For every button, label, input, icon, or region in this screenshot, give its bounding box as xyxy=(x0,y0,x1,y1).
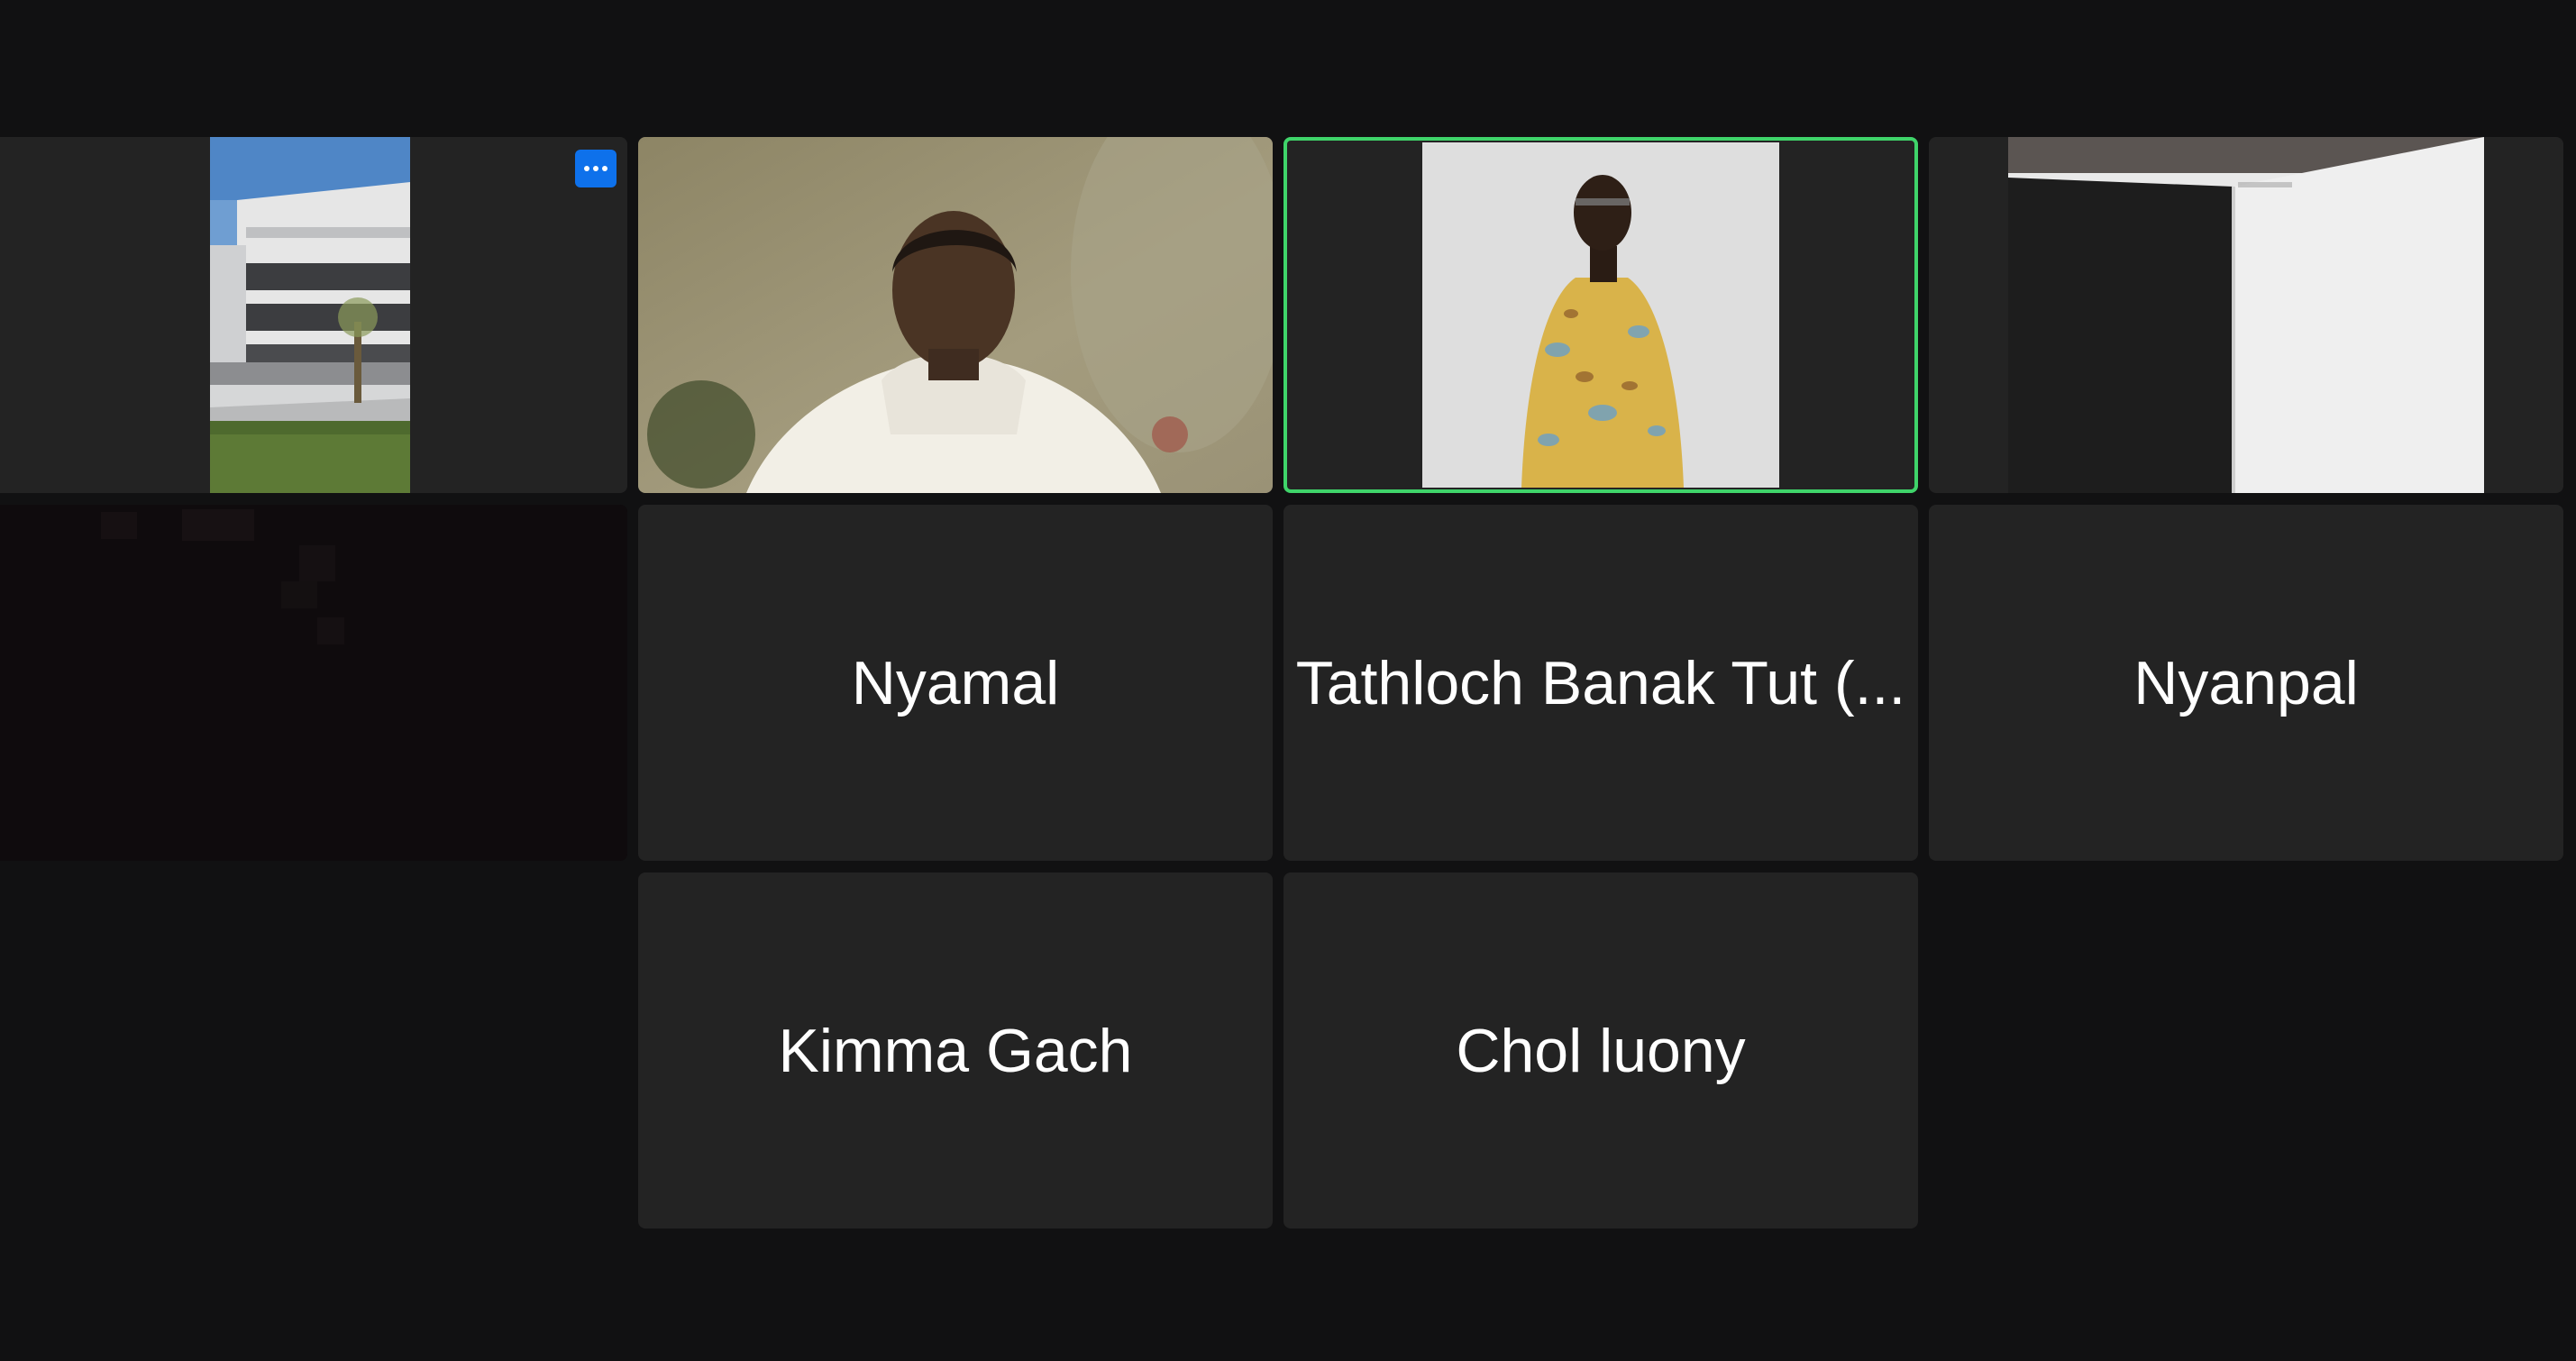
participant-tile-chol-luony[interactable]: Chol luony xyxy=(1283,872,1918,1229)
participant-video-book xyxy=(2008,137,2484,493)
ellipsis-icon xyxy=(584,166,589,171)
participant-video-hoodie xyxy=(638,137,1273,493)
participant-tile-nyamal[interactable]: Nyamal xyxy=(638,505,1273,861)
participant-tile-building-video[interactable] xyxy=(0,137,627,493)
participant-name: Kimma Gach xyxy=(778,1016,1133,1085)
participant-tile-hoodie-video[interactable] xyxy=(638,137,1273,493)
participant-more-options-button[interactable] xyxy=(575,150,617,187)
participant-video-building xyxy=(210,137,410,493)
participant-name: Chol luony xyxy=(1456,1016,1746,1085)
participant-video-dark xyxy=(0,505,627,861)
participant-tile-tathloch[interactable]: Tathloch Banak Tut (... xyxy=(1283,505,1918,861)
participant-tile-kimma-gach[interactable]: Kimma Gach xyxy=(638,872,1273,1229)
ellipsis-icon-dot xyxy=(593,166,598,171)
participant-name: Nyamal xyxy=(851,648,1060,717)
ellipsis-icon-dot xyxy=(602,166,607,171)
gallery-view: Nyamal Tathloch Banak Tut (... Nyanpal K… xyxy=(0,0,2576,1361)
participant-name: Tathloch Banak Tut (... xyxy=(1295,648,1906,717)
participant-tile-nyanpal[interactable]: Nyanpal xyxy=(1929,505,2563,861)
participant-tile-dark-video[interactable] xyxy=(0,505,627,861)
participant-name: Nyanpal xyxy=(2133,648,2359,717)
participant-tile-book-video[interactable] xyxy=(1929,137,2563,493)
participant-video-patterned-shirt xyxy=(1422,142,1779,488)
participant-tile-active-speaker[interactable] xyxy=(1283,137,1918,493)
